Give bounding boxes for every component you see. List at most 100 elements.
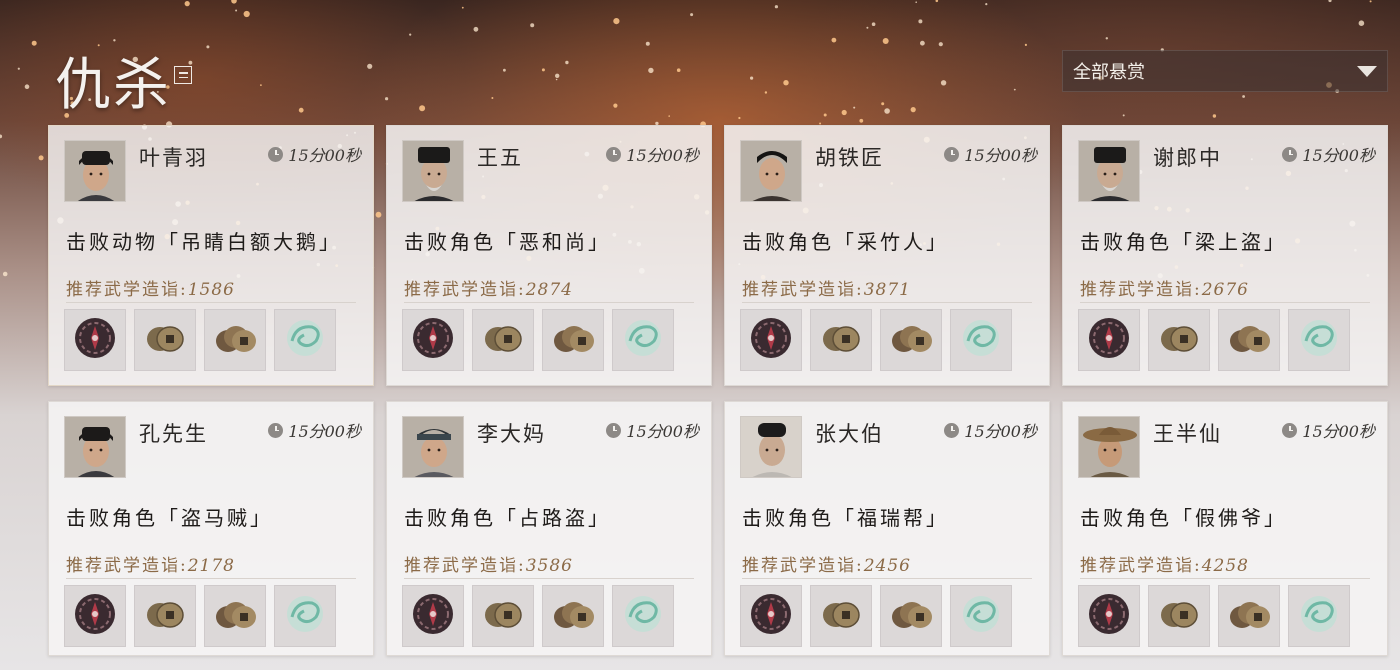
- bounty-card[interactable]: 王半仙 15分00秒 击败角色「假佛爷」 推荐武学造诣:4258: [1062, 401, 1388, 656]
- copper-coins-icon: [480, 315, 526, 365]
- bounty-card[interactable]: 叶青羽 15分00秒 击败动物「吊睛白额大鹅」 推荐武学造诣:1586: [48, 125, 374, 386]
- task-description: 击败角色「假佛爷」: [1080, 506, 1287, 530]
- reward-list: [402, 585, 674, 647]
- timer-text: 15分00秒: [288, 146, 361, 165]
- dark-seal-icon: [410, 315, 456, 365]
- bounty-card[interactable]: 李大妈 15分00秒 击败角色「占路盗」 推荐武学造诣:3586: [386, 401, 712, 656]
- jade-swirl-icon: [282, 315, 328, 365]
- ember-dot: [884, 108, 890, 114]
- reward-list: [64, 309, 336, 371]
- ember-dot: [419, 105, 426, 112]
- ember-dot: [1122, 114, 1125, 117]
- ember-dot: [920, 40, 925, 46]
- reward-slot[interactable]: [612, 309, 674, 371]
- reward-slot[interactable]: [880, 309, 942, 371]
- ember-dot: [555, 78, 558, 81]
- reward-slot[interactable]: [1288, 585, 1350, 647]
- reward-slot[interactable]: [134, 585, 196, 647]
- reward-slot[interactable]: [472, 309, 534, 371]
- ember-dot: [541, 68, 545, 72]
- clock-icon: [944, 422, 960, 438]
- reward-slot[interactable]: [1148, 309, 1210, 371]
- reward-slot[interactable]: [1288, 309, 1350, 371]
- ember-dot: [648, 67, 654, 74]
- reward-slot[interactable]: [402, 309, 464, 371]
- task-description: 击败角色「恶和尚」: [404, 230, 611, 254]
- recommended-skill: 推荐武学造诣:2874: [404, 275, 573, 300]
- copper-coins-icon: [1156, 591, 1202, 641]
- ember-dot: [2, 271, 8, 277]
- page-title: 仇杀: [55, 53, 171, 118]
- reward-slot[interactable]: [1078, 309, 1140, 371]
- npc-portrait: [1078, 140, 1140, 202]
- divider: [404, 578, 694, 579]
- copper-coins-icon: [142, 591, 188, 641]
- reward-slot[interactable]: [810, 309, 872, 371]
- copper-coins-stack-icon: [1226, 591, 1272, 641]
- reward-slot[interactable]: [402, 585, 464, 647]
- reward-list: [1078, 309, 1350, 371]
- ember-dot: [1358, 20, 1365, 27]
- recommended-skill: 推荐武学造诣:3586: [404, 551, 573, 576]
- recommended-skill: 推荐武学造诣:3871: [742, 275, 911, 300]
- ember-dot: [385, 97, 389, 101]
- recommended-skill-label: 推荐武学造诣:: [1080, 556, 1202, 576]
- reward-slot[interactable]: [204, 585, 266, 647]
- bounty-card[interactable]: 孔先生 15分00秒 击败角色「盗马贼」 推荐武学造诣:2178: [48, 401, 374, 656]
- bounty-grid: 叶青羽 15分00秒 击败动物「吊睛白额大鹅」 推荐武学造诣:1586 王五 1…: [48, 125, 1388, 656]
- ember-dot: [1369, 0, 1372, 3]
- dark-seal-icon: [748, 591, 794, 641]
- reward-list: [1078, 585, 1350, 647]
- reward-slot[interactable]: [950, 585, 1012, 647]
- bounty-card[interactable]: 谢郎中 15分00秒 击败角色「梁上盗」 推荐武学造诣:2676: [1062, 125, 1388, 386]
- reward-slot[interactable]: [1218, 585, 1280, 647]
- reward-slot[interactable]: [1078, 585, 1140, 647]
- clock-icon: [944, 146, 960, 162]
- reward-slot[interactable]: [612, 585, 674, 647]
- dark-seal-icon: [72, 315, 118, 365]
- reward-slot[interactable]: [472, 585, 534, 647]
- ember-dot: [738, 116, 741, 120]
- reward-slot[interactable]: [134, 309, 196, 371]
- timer-text: 15分00秒: [1302, 146, 1375, 165]
- menu-icon[interactable]: [174, 66, 192, 84]
- reward-slot[interactable]: [204, 309, 266, 371]
- reward-slot[interactable]: [740, 585, 802, 647]
- npc-name: 胡铁匠: [815, 146, 884, 170]
- bounty-filter-dropdown[interactable]: 全部悬赏: [1062, 50, 1388, 92]
- reward-slot[interactable]: [1218, 309, 1280, 371]
- bounty-card[interactable]: 张大伯 15分00秒 击败角色「福瑞帮」 推荐武学造诣:2456: [724, 401, 1050, 656]
- reward-slot[interactable]: [274, 585, 336, 647]
- reward-slot[interactable]: [810, 585, 872, 647]
- divider: [1080, 302, 1370, 303]
- countdown-timer: 15分00秒: [268, 142, 361, 166]
- ember-dot: [690, 13, 694, 17]
- divider: [742, 578, 1032, 579]
- ember-dot: [503, 68, 506, 72]
- ember-dot: [935, 0, 939, 3]
- ember-dot: [38, 155, 44, 161]
- reward-slot[interactable]: [740, 309, 802, 371]
- bounty-card[interactable]: 胡铁匠 15分00秒 击败角色「采竹人」 推荐武学造诣:3871: [724, 125, 1050, 386]
- reward-slot[interactable]: [1148, 585, 1210, 647]
- ember-dot: [831, 37, 837, 43]
- ember-dot: [31, 40, 37, 46]
- reward-slot[interactable]: [542, 309, 604, 371]
- reward-slot[interactable]: [542, 585, 604, 647]
- recommended-skill: 推荐武学造诣:4258: [1080, 551, 1249, 576]
- bounty-card[interactable]: 王五 15分00秒 击败角色「恶和尚」 推荐武学造诣:2874: [386, 125, 712, 386]
- reward-slot[interactable]: [274, 309, 336, 371]
- reward-slot[interactable]: [64, 585, 126, 647]
- ember-dot: [882, 38, 889, 44]
- reward-slot[interactable]: [880, 585, 942, 647]
- clock-icon: [1282, 422, 1298, 438]
- divider: [66, 578, 356, 579]
- npc-name: 叶青羽: [139, 146, 208, 170]
- reward-list: [402, 309, 674, 371]
- copper-coins-stack-icon: [550, 315, 596, 365]
- reward-slot[interactable]: [64, 309, 126, 371]
- jade-swirl-icon: [620, 591, 666, 641]
- chevron-down-icon[interactable]: [1357, 65, 1377, 77]
- reward-slot[interactable]: [950, 309, 1012, 371]
- ember-dot: [915, 1, 917, 3]
